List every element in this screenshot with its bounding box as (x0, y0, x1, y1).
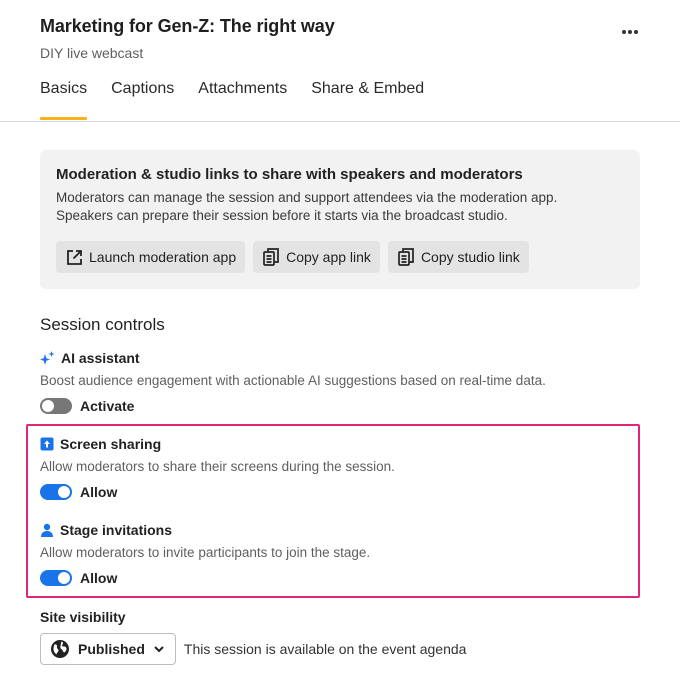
session-controls-title: Session controls (40, 315, 165, 334)
copy-studio-link-label: Copy studio link (420, 249, 520, 265)
copy-icon (262, 248, 280, 266)
ai-assistant-description: Boost audience engagement with actionabl… (40, 373, 546, 388)
copy-app-link-label: Copy app link (286, 249, 371, 265)
screen-sharing-header: Screen sharing (40, 436, 630, 452)
screen-sharing-toggle[interactable] (40, 484, 72, 500)
globe-icon (51, 640, 69, 658)
moderation-card-description: Moderators can manage the session and su… (56, 189, 624, 225)
page-subtitle: DIY live webcast (40, 45, 144, 61)
ai-assistant-toggle-row: Activate (40, 398, 630, 414)
site-visibility-label: Site visibility (40, 609, 126, 625)
site-visibility-row: Published This session is available on t… (40, 633, 466, 665)
tabs-divider (0, 121, 680, 122)
screen-sharing-toggle-row: Allow (40, 484, 630, 500)
ai-assistant-header: AI assistant (40, 350, 630, 366)
moderation-desc-line-1: Moderators can manage the session and su… (56, 190, 558, 205)
stage-invitations-label: Stage invitations (60, 522, 173, 538)
screen-sharing-label: Screen sharing (60, 436, 162, 452)
stage-invitations-toggle[interactable] (40, 570, 72, 586)
chevron-down-icon (154, 646, 164, 653)
moderation-desc-line-2: Speakers can prepare their session befor… (56, 208, 508, 223)
screen-sharing-description: Allow moderators to share their screens … (40, 459, 395, 474)
page-title: Marketing for Gen-Z: The right way (40, 16, 335, 36)
toggle-knob (42, 400, 54, 412)
moderation-card-title: Moderation & studio links to share with … (56, 166, 523, 183)
screen-share-icon (40, 437, 54, 451)
tab-captions[interactable]: Captions (111, 80, 174, 112)
screen-sharing-toggle-label: Allow (80, 484, 118, 500)
launch-moderation-app-label: Launch moderation app (89, 249, 237, 265)
page-header: Marketing for Gen-Z: The right way DIY l… (40, 16, 640, 61)
tab-attachments[interactable]: Attachments (198, 80, 287, 112)
visibility-selected-value: Published (78, 641, 145, 657)
ai-assistant-toggle[interactable] (40, 398, 72, 414)
tab-bar: Basics Captions Attachments Share & Embe… (40, 80, 424, 120)
stage-invitations-toggle-label: Allow (80, 570, 118, 586)
stage-invitations-description: Allow moderators to invite participants … (40, 545, 371, 560)
more-options-button[interactable] (616, 18, 644, 46)
stage-invitations-header: Stage invitations (40, 522, 630, 538)
tab-share-embed[interactable]: Share & Embed (311, 80, 424, 112)
external-link-icon (65, 248, 83, 266)
moderation-links-card: Moderation & studio links to share with … (40, 150, 640, 289)
toggle-knob (58, 486, 70, 498)
stage-invitations-control: Stage invitations Allow moderators to in… (40, 522, 630, 586)
site-visibility-description: This session is available on the event a… (183, 641, 467, 657)
person-icon (41, 523, 53, 537)
ai-assistant-label: AI assistant (61, 350, 140, 366)
ai-assistant-control: AI assistant Boost audience engagement w… (40, 350, 630, 414)
moderation-actions: Launch moderation app Copy app link Copy… (56, 241, 529, 273)
toggle-knob (58, 572, 70, 584)
ai-assistant-toggle-label: Activate (80, 398, 135, 414)
copy-studio-link-button[interactable]: Copy studio link (387, 241, 529, 273)
screen-sharing-control: Screen sharing Allow moderators to share… (40, 436, 630, 500)
copy-icon (397, 248, 415, 266)
stage-invitations-toggle-row: Allow (40, 570, 630, 586)
tab-basics[interactable]: Basics (40, 80, 88, 120)
copy-app-link-button[interactable]: Copy app link (253, 241, 380, 273)
launch-moderation-app-button[interactable]: Launch moderation app (56, 241, 246, 273)
sparkle-icon (40, 351, 55, 365)
visibility-select[interactable]: Published (40, 633, 176, 665)
more-horizontal-icon (622, 30, 638, 34)
